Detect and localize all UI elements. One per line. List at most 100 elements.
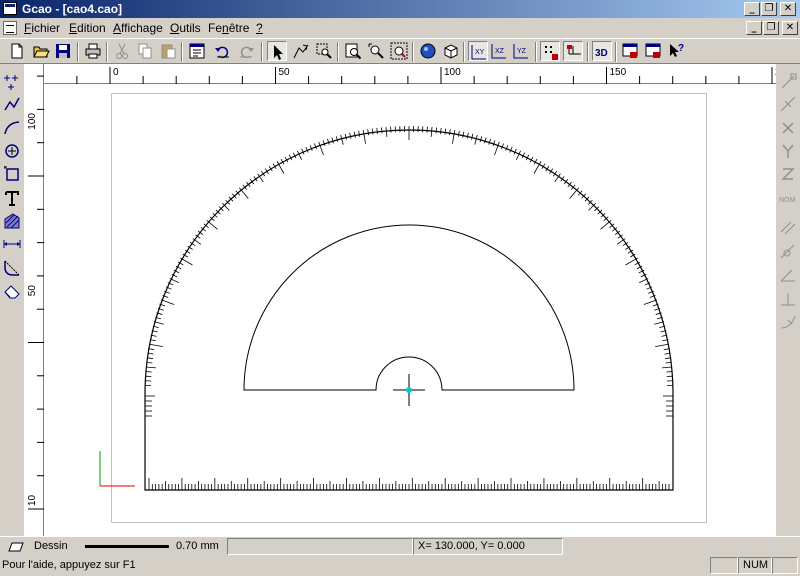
- paste-icon[interactable]: [158, 41, 178, 61]
- text-tool-icon[interactable]: [2, 188, 22, 208]
- properties-icon[interactable]: [187, 41, 207, 61]
- zoom-all-icon[interactable]: [389, 41, 409, 61]
- h-ruler-label: 150: [610, 67, 627, 78]
- cube-3d-icon[interactable]: [441, 41, 461, 61]
- drawing-canvas[interactable]: [44, 84, 776, 536]
- v-ruler-label: 10: [27, 494, 38, 506]
- help-text: Pour l'aide, appuyez sur F1: [2, 559, 136, 571]
- select-arrow-icon[interactable]: [267, 41, 287, 61]
- open-icon[interactable]: [31, 41, 51, 61]
- svg-text:XZ: XZ: [495, 48, 505, 55]
- h-ruler-label: 50: [279, 67, 291, 78]
- h-ruler-label: 100: [444, 67, 461, 78]
- properties-bar: Dessin 0.70 mm X= 130.000, Y= 0.000: [0, 536, 800, 556]
- svg-text:YZ: YZ: [517, 48, 527, 55]
- undo-icon[interactable]: [213, 41, 233, 61]
- plane-xy-icon[interactable]: XY: [468, 41, 488, 61]
- snap-curve-icon[interactable]: [778, 312, 798, 332]
- render-sphere-icon[interactable]: [418, 41, 438, 61]
- line-width-value[interactable]: 0.70 mm: [176, 540, 219, 552]
- menu-bar: Fichier Edition Affichage Outils Fenêtre…: [0, 18, 800, 38]
- drawing-cursor: [393, 374, 425, 406]
- print-icon[interactable]: [83, 41, 103, 61]
- page-border: [111, 93, 707, 523]
- axis-indicator: [99, 451, 135, 487]
- fillet-tool-icon[interactable]: [2, 258, 22, 278]
- snap-mid-icon[interactable]: [778, 94, 798, 114]
- view-3d-icon[interactable]: 3D: [592, 41, 612, 61]
- arc-tool-icon[interactable]: [2, 118, 22, 138]
- export-2d-icon[interactable]: [620, 41, 640, 61]
- horizontal-ruler: 05010015020: [44, 64, 787, 84]
- select-polygon-icon[interactable]: [291, 41, 311, 61]
- svg-text:NOM: NOM: [779, 197, 796, 204]
- svg-text:?: ?: [678, 43, 684, 54]
- line-width-swatch[interactable]: [85, 545, 169, 548]
- menu-edition[interactable]: Edition: [69, 21, 106, 35]
- snap-grid-icon[interactable]: [540, 41, 560, 61]
- svg-text:XY: XY: [475, 49, 485, 56]
- snap-end-icon[interactable]: [778, 72, 798, 92]
- hatch-tool-icon[interactable]: [2, 211, 22, 231]
- zoom-icon[interactable]: [343, 41, 363, 61]
- snap-perpendicular-icon[interactable]: [778, 289, 798, 309]
- redo-icon[interactable]: [236, 41, 256, 61]
- h-ruler-label: 0: [113, 67, 119, 78]
- window-title: Gcao - [cao4.cao]: [22, 2, 123, 16]
- draw-toolbar: [0, 64, 24, 536]
- help-pointer-icon[interactable]: ?: [666, 41, 686, 61]
- dimension-tool-icon[interactable]: [2, 234, 22, 254]
- zoom-dynamic-icon[interactable]: [366, 41, 386, 61]
- scroll-indicator: [772, 557, 798, 574]
- menu-outils[interactable]: Outils: [170, 21, 201, 35]
- eraser-tool-icon[interactable]: [2, 281, 22, 301]
- cut-icon[interactable]: [112, 41, 132, 61]
- new-icon[interactable]: [7, 41, 27, 61]
- circle-tool-icon[interactable]: [2, 141, 22, 161]
- doc-minimize-button[interactable]: _: [746, 21, 762, 35]
- point-tool-icon[interactable]: [2, 72, 22, 92]
- v-ruler-label: 100: [27, 113, 38, 130]
- layer-icon: [8, 542, 24, 552]
- copy-icon[interactable]: [135, 41, 155, 61]
- snap-tangent-icon[interactable]: [778, 242, 798, 262]
- status-empty-pane: [227, 538, 413, 555]
- save-icon[interactable]: [53, 41, 73, 61]
- doc-close-button[interactable]: ✕: [782, 21, 798, 35]
- close-button[interactable]: ✕: [780, 2, 796, 16]
- svg-text:3D: 3D: [595, 48, 608, 59]
- layer-name[interactable]: Dessin: [34, 540, 68, 552]
- zoom-window-icon[interactable]: [314, 41, 334, 61]
- menu-fenetre[interactable]: Fenêtre: [208, 21, 249, 35]
- caps-indicator: [710, 557, 738, 574]
- app-icon[interactable]: [3, 2, 17, 15]
- snap-parallel-icon[interactable]: [778, 218, 798, 238]
- snap-z-icon[interactable]: [778, 164, 798, 184]
- menu-fichier[interactable]: Fichier: [24, 21, 60, 35]
- maximize-button[interactable]: ❐: [761, 2, 777, 16]
- coordinates-readout: X= 130.000, Y= 0.000: [413, 538, 563, 555]
- doc-restore-button[interactable]: ❐: [763, 21, 779, 35]
- vertical-ruler: 100 50 10: [24, 64, 44, 536]
- snap-point-icon[interactable]: [563, 41, 583, 61]
- menu-help[interactable]: ?: [256, 21, 263, 35]
- document-icon[interactable]: [3, 21, 17, 35]
- protractor-drawing: [144, 126, 674, 491]
- main-toolbar: XY XZ YZ 3D ?: [0, 38, 800, 64]
- snap-name-icon[interactable]: NOM: [778, 188, 798, 208]
- menu-affichage[interactable]: Affichage: [113, 21, 163, 35]
- rectangle-tool-icon[interactable]: [2, 164, 22, 184]
- title-bar: Gcao - [cao4.cao] _ ❐ ✕: [0, 0, 800, 18]
- export-3d-icon[interactable]: [643, 41, 663, 61]
- snap-y-icon[interactable]: [778, 141, 798, 161]
- num-lock-indicator: NUM: [738, 557, 772, 574]
- plane-yz-icon[interactable]: YZ: [511, 41, 531, 61]
- snap-x-icon[interactable]: [778, 118, 798, 138]
- polyline-tool-icon[interactable]: [2, 94, 22, 114]
- status-bar: Pour l'aide, appuyez sur F1 NUM: [0, 556, 800, 576]
- minimize-button[interactable]: _: [744, 2, 760, 16]
- plane-xz-icon[interactable]: XZ: [489, 41, 509, 61]
- v-ruler-label: 50: [27, 285, 38, 297]
- snap-angle-icon[interactable]: [778, 265, 798, 285]
- snap-toolbar: NOM: [776, 64, 800, 536]
